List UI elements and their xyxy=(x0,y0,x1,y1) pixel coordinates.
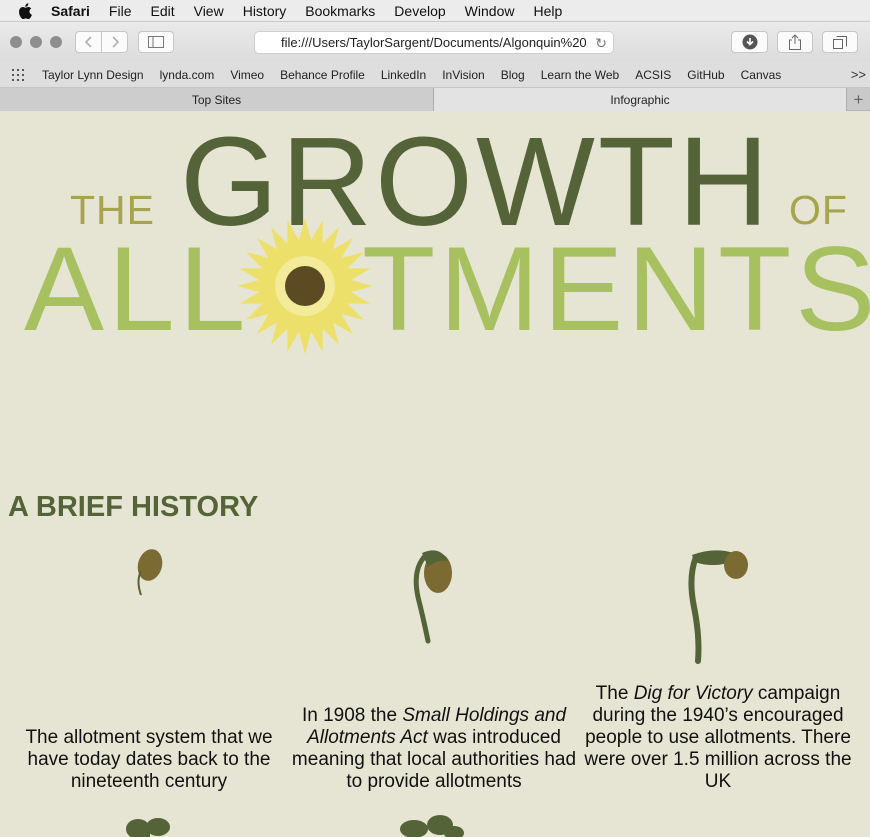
menu-safari[interactable]: Safari xyxy=(51,3,90,19)
favorite-link[interactable]: ACSIS xyxy=(635,68,671,82)
history-caption-1: The allotment system that we have today … xyxy=(20,727,278,793)
favorite-link[interactable]: Canvas xyxy=(741,68,782,82)
chevron-right-icon xyxy=(111,36,119,48)
menu-bar: Safari File Edit View History Bookmarks … xyxy=(0,0,870,22)
menu-develop[interactable]: Develop xyxy=(394,3,445,19)
section-heading: A BRIEF HISTORY xyxy=(8,491,259,523)
sunflower-icon xyxy=(237,218,373,354)
sidebar-button[interactable] xyxy=(138,31,174,53)
tab-label: Top Sites xyxy=(191,92,242,107)
tab-bar: Top Sites Infographic + xyxy=(0,88,870,111)
share-icon xyxy=(789,34,801,50)
chevron-left-icon xyxy=(84,36,92,48)
menu-history[interactable]: History xyxy=(243,3,287,19)
caption-text: The xyxy=(595,683,634,704)
apple-logo-icon[interactable] xyxy=(18,2,32,19)
download-icon xyxy=(742,34,757,50)
caption-text: The allotment system that we have today … xyxy=(25,727,273,792)
favorite-link[interactable]: Blog xyxy=(501,68,525,82)
grid-icon[interactable] xyxy=(12,68,28,81)
tab-label: Infographic xyxy=(610,92,670,107)
browser-toolbar: file:///Users/TaylorSargent/Documents/Al… xyxy=(0,22,870,62)
address-bar[interactable]: file:///Users/TaylorSargent/Documents/Al… xyxy=(254,31,614,54)
sidebar-icon xyxy=(148,36,164,48)
favorite-link[interactable]: GitHub xyxy=(687,68,724,82)
tabs-overview-button[interactable] xyxy=(822,31,858,53)
history-caption-3: The Dig for Victory campaign during the … xyxy=(580,683,856,793)
history-caption-2: In 1908 the Small Holdings and Allotment… xyxy=(288,705,580,793)
seed-icon xyxy=(137,549,163,596)
menu-bookmarks[interactable]: Bookmarks xyxy=(305,3,375,19)
favorites-bar: Taylor Lynn Design lynda.com Vimeo Behan… xyxy=(0,62,870,88)
favorite-link[interactable]: Learn the Web xyxy=(541,68,620,82)
title-allotments-right: TMENTS xyxy=(362,222,870,356)
new-tab-button[interactable]: + xyxy=(847,88,870,111)
downloads-button[interactable] xyxy=(731,31,768,53)
favorite-link[interactable]: lynda.com xyxy=(160,68,215,82)
tab-infographic[interactable]: Infographic xyxy=(434,88,847,111)
web-page: THE GROWTH OF ALL TMENTS A BRIEF HISTORY… xyxy=(0,111,870,837)
menu-window[interactable]: Window xyxy=(465,3,515,19)
more-favorites-button[interactable]: >> xyxy=(851,67,866,82)
sprouting-seed-icon xyxy=(413,550,452,644)
share-button[interactable] xyxy=(777,31,813,53)
leaf-icon xyxy=(400,815,464,837)
plus-icon: + xyxy=(853,89,864,109)
menu-help[interactable]: Help xyxy=(533,3,562,19)
reload-icon[interactable]: ↻ xyxy=(595,35,607,52)
favorite-link[interactable]: LinkedIn xyxy=(381,68,426,82)
menu-file[interactable]: File xyxy=(109,3,132,19)
menu-view[interactable]: View xyxy=(194,3,224,19)
growing-seed-icon xyxy=(688,550,748,664)
caption-text: In 1908 the xyxy=(301,705,403,726)
tab-top-sites[interactable]: Top Sites xyxy=(0,88,434,111)
back-button[interactable] xyxy=(75,31,102,53)
forward-button[interactable] xyxy=(101,31,128,53)
favorite-link[interactable]: Taylor Lynn Design xyxy=(42,68,144,82)
zoom-window-button[interactable] xyxy=(50,36,62,48)
close-window-button[interactable] xyxy=(10,36,22,48)
title-allotments-left: ALL xyxy=(24,222,250,356)
favorite-link[interactable]: Vimeo xyxy=(230,68,264,82)
minimize-window-button[interactable] xyxy=(30,36,42,48)
menu-edit[interactable]: Edit xyxy=(150,3,174,19)
favorite-link[interactable]: InVision xyxy=(442,68,484,82)
favorite-link[interactable]: Behance Profile xyxy=(280,68,365,82)
caption-italic: Dig for Victory xyxy=(633,683,753,704)
leaf-icon xyxy=(126,818,170,837)
tabs-icon xyxy=(833,35,847,49)
url-text: file:///Users/TaylorSargent/Documents/Al… xyxy=(281,35,587,50)
